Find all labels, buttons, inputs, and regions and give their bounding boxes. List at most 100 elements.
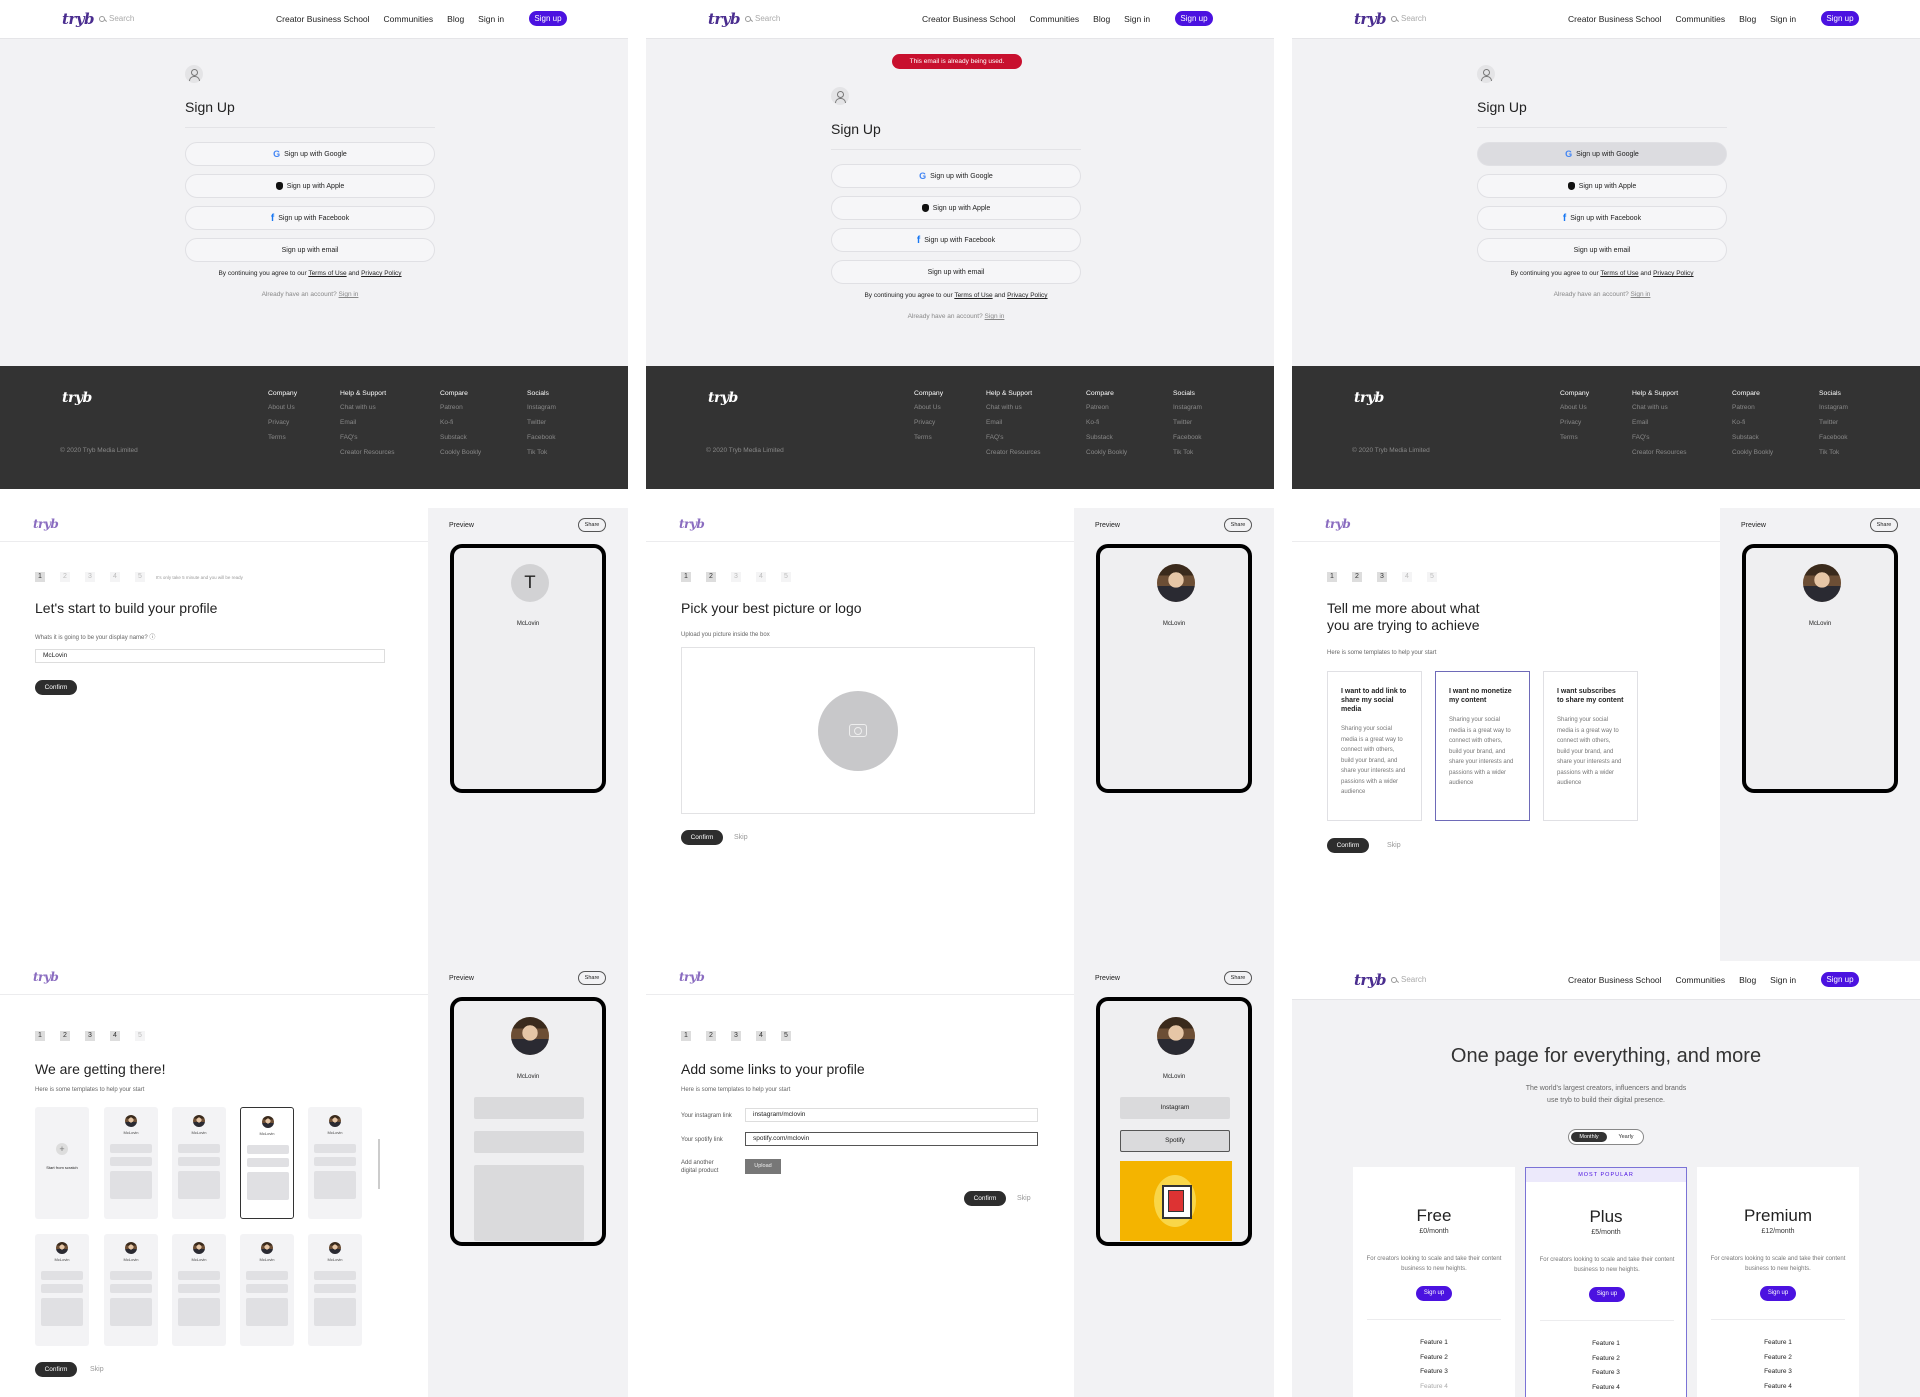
google-signup-button[interactable]: G Sign up with Google [831,164,1081,188]
footer-link[interactable]: Privacy [1560,419,1589,426]
google-signup-button[interactable]: G Sign up with Google [185,142,435,166]
logo[interactable]: tryb [1354,971,1387,989]
terms-link[interactable]: Terms of Use [308,270,346,277]
share-button[interactable]: Share [1224,518,1252,532]
display-name-input[interactable]: McLovin [35,649,385,663]
nav-link-sign-in[interactable]: Sign in [1770,975,1796,985]
footer-link[interactable]: Tik Tok [527,449,556,456]
footer-link[interactable]: Creator Resources [986,449,1041,456]
footer-link[interactable]: Email [340,419,395,426]
footer-link[interactable]: Chat with us [340,404,395,411]
logo[interactable]: tryb [1354,10,1387,28]
signin-link[interactable]: Sign in [1631,291,1651,298]
plan-signup-button[interactable]: Sign up [1760,1286,1796,1301]
nav-signup-button[interactable]: Sign up [529,11,567,26]
footer-link[interactable]: Privacy [914,419,943,426]
search-input[interactable]: Search [1391,14,1426,23]
privacy-link[interactable]: Privacy Policy [361,270,401,277]
preview-link-spotify[interactable]: Spotify [1120,1130,1230,1152]
upload-dropzone[interactable] [681,647,1035,814]
footer-link[interactable]: Facebook [527,434,556,441]
nav-link-sign-in[interactable]: Sign in [1124,14,1150,24]
logo[interactable]: tryb [33,970,59,984]
footer-link[interactable]: Instagram [1173,404,1202,411]
nav-link-blog[interactable]: Blog [1739,14,1756,24]
nav-link-creator-business-school[interactable]: Creator Business School [1568,975,1662,985]
footer-link[interactable]: FAQ's [1632,434,1687,441]
share-button[interactable]: Share [578,518,606,532]
preview-link-instagram[interactable]: Instagram [1120,1097,1230,1119]
footer-logo[interactable]: tryb [708,390,738,406]
footer-link[interactable]: Tik Tok [1819,449,1848,456]
signin-link[interactable]: Sign in [339,291,359,298]
footer-link[interactable]: About Us [1560,404,1589,411]
footer-link[interactable]: Chat with us [986,404,1041,411]
google-signup-button[interactable]: G Sign up with Google [1477,142,1727,166]
nav-link-communities[interactable]: Communities [1030,14,1080,24]
facebook-signup-button[interactable]: f Sign up with Facebook [185,206,435,230]
template-card[interactable]: McLovin [104,1234,158,1346]
upload-circle[interactable] [818,691,898,771]
nav-link-creator-business-school[interactable]: Creator Business School [1568,14,1662,24]
email-signup-button[interactable]: Sign up with email [185,238,435,262]
footer-link[interactable]: Cookly Bookly [1732,449,1773,456]
logo[interactable]: tryb [62,10,95,28]
skip-button[interactable]: Skip [90,1366,104,1373]
billing-toggle[interactable]: Monthly Yearly [1568,1129,1644,1145]
footer-link[interactable]: Cookly Bookly [440,449,481,456]
template-card-selected[interactable]: McLovin [240,1107,294,1219]
template-card[interactable]: McLovin [240,1234,294,1346]
email-signup-button[interactable]: Sign up with email [1477,238,1727,262]
nav-link-sign-in[interactable]: Sign in [478,14,504,24]
nav-link-communities[interactable]: Communities [1676,14,1726,24]
instagram-input[interactable]: instagram/mclovin [745,1108,1038,1122]
privacy-link[interactable]: Privacy Policy [1653,270,1693,277]
spotify-input[interactable]: spotify.com/mclovin [745,1132,1038,1146]
confirm-button[interactable]: Confirm [681,830,723,845]
footer-link[interactable]: Substack [1732,434,1773,441]
footer-link[interactable]: Ko-fi [1732,419,1773,426]
footer-link[interactable]: About Us [914,404,943,411]
terms-link[interactable]: Terms of Use [1600,270,1638,277]
footer-link[interactable]: FAQ's [986,434,1041,441]
nav-link-communities[interactable]: Communities [384,14,434,24]
confirm-button[interactable]: Confirm [964,1191,1006,1206]
footer-link[interactable]: Terms [1560,434,1589,441]
footer-link[interactable]: Twitter [1173,419,1202,426]
footer-link[interactable]: Terms [268,434,297,441]
logo[interactable]: tryb [1325,517,1351,531]
skip-button[interactable]: Skip [734,834,748,841]
share-button[interactable]: Share [1224,971,1252,985]
footer-link[interactable]: Patreon [1086,404,1127,411]
search-input[interactable]: Search [1391,975,1426,984]
plan-signup-button[interactable]: Sign up [1416,1286,1452,1301]
footer-link[interactable]: Email [1632,419,1687,426]
footer-link[interactable]: Substack [1086,434,1127,441]
goal-card-subscribe[interactable]: I want subscribes to share my content Sha… [1543,671,1638,821]
footer-link[interactable]: Facebook [1819,434,1848,441]
skip-button[interactable]: Skip [1387,842,1401,849]
goal-card-social[interactable]: I want to add link to share my social me… [1327,671,1422,821]
footer-link[interactable]: Twitter [1819,419,1848,426]
template-card[interactable]: McLovin [172,1234,226,1346]
share-button[interactable]: Share [578,971,606,985]
confirm-button[interactable]: Confirm [35,680,77,695]
confirm-button[interactable]: Confirm [1327,838,1369,853]
nav-link-blog[interactable]: Blog [1093,14,1110,24]
footer-link[interactable]: Ko-fi [440,419,481,426]
email-signup-button[interactable]: Sign up with email [831,260,1081,284]
template-card[interactable]: McLovin [35,1234,89,1346]
upload-button[interactable]: Upload [745,1159,781,1174]
apple-signup-button[interactable]: Sign up with Apple [831,196,1081,220]
nav-link-communities[interactable]: Communities [1676,975,1726,985]
toggle-monthly[interactable]: Monthly [1571,1132,1607,1142]
scrollbar[interactable] [378,1139,380,1189]
facebook-signup-button[interactable]: f Sign up with Facebook [1477,206,1727,230]
nav-link-creator-business-school[interactable]: Creator Business School [922,14,1016,24]
nav-signup-button[interactable]: Sign up [1821,972,1859,987]
footer-link[interactable]: Tik Tok [1173,449,1202,456]
footer-link[interactable]: Instagram [1819,404,1848,411]
goal-card-monetize[interactable]: I want no monetize my content Sharing you… [1435,671,1530,821]
footer-link[interactable]: Patreon [1732,404,1773,411]
share-button[interactable]: Share [1870,518,1898,532]
